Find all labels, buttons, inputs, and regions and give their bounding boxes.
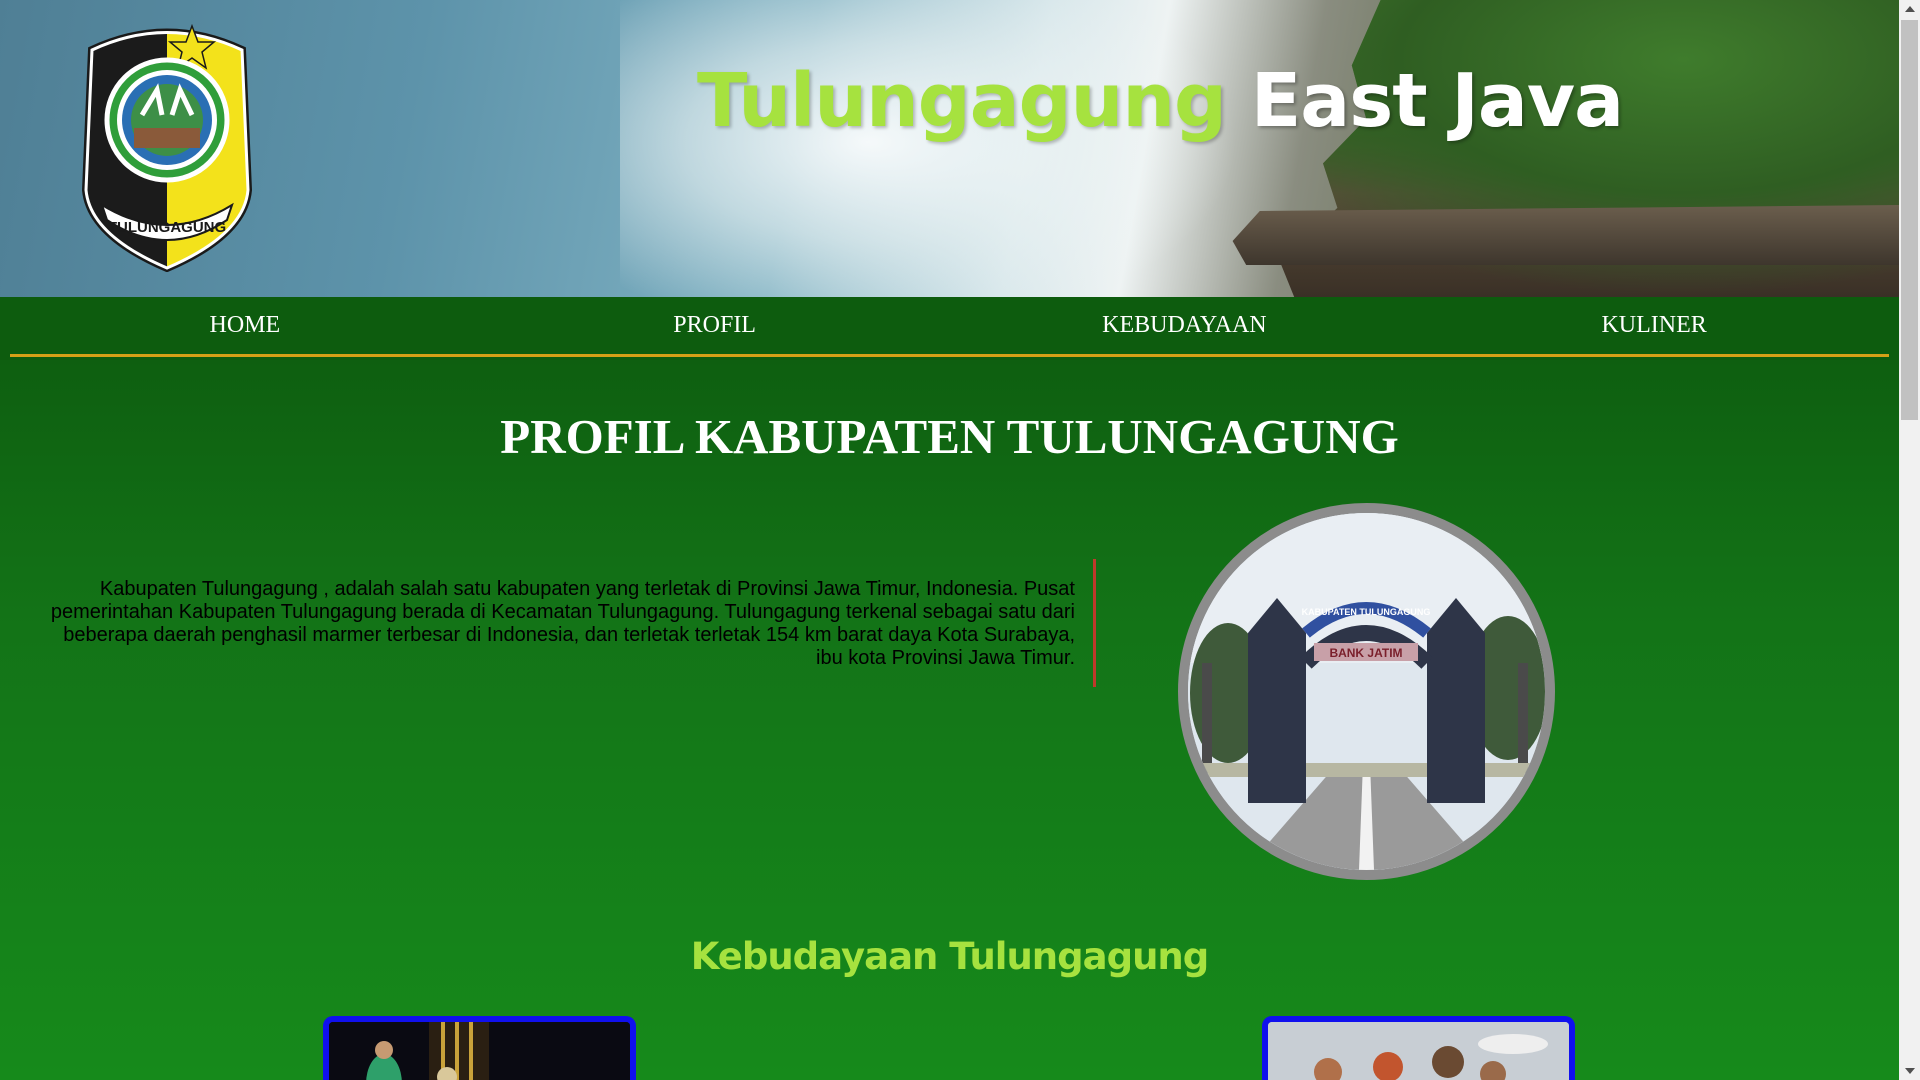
site-title-part1: Tulungagung bbox=[697, 58, 1227, 144]
header-banner: TULUNGAGUNG Tulungagung East Java bbox=[0, 0, 1899, 297]
nav-items: HOME PROFIL KEBUDAYAAN KULINER bbox=[10, 297, 1889, 357]
main-nav: HOME PROFIL KEBUDAYAAN KULINER bbox=[0, 297, 1899, 360]
culture-card-dance-image bbox=[329, 1022, 630, 1080]
section-title-kebudayaan: Kebudayaan Tulungagung bbox=[690, 935, 1210, 978]
banner-rock bbox=[1232, 205, 1899, 265]
text-divider bbox=[1093, 559, 1096, 687]
culture-card-dance[interactable] bbox=[323, 1016, 636, 1080]
main-content: PROFIL KABUPATEN TULUNGAGUNG Kabupaten T… bbox=[0, 360, 1899, 1080]
nav-home[interactable]: HOME bbox=[10, 297, 480, 354]
culture-card-parade[interactable] bbox=[1262, 1016, 1575, 1080]
gate-photo: KABUPATEN TULUNGAGUNG BANK JATIM bbox=[1178, 503, 1555, 880]
regency-emblem-icon[interactable]: TULUNGAGUNG bbox=[72, 20, 262, 272]
svg-text:TULUNGAGUNG: TULUNGAGUNG bbox=[108, 219, 226, 236]
site-title: Tulungagung East Java bbox=[697, 58, 1624, 158]
nav-kuliner[interactable]: KULINER bbox=[1419, 297, 1889, 354]
scroll-down-icon[interactable] bbox=[1905, 1068, 1915, 1074]
svg-text:KABUPATEN TULUNGAGUNG: KABUPATEN TULUNGAGUNG bbox=[1302, 607, 1431, 617]
nav-kebudayaan[interactable]: KEBUDAYAAN bbox=[950, 297, 1420, 354]
nav-profil[interactable]: PROFIL bbox=[480, 297, 950, 354]
scroll-up-icon[interactable] bbox=[1905, 6, 1915, 12]
scroll-thumb[interactable] bbox=[1901, 20, 1918, 420]
profile-text: Kabupaten Tulungagung , adalah salah sat… bbox=[50, 578, 1075, 669]
page-title: PROFIL KABUPATEN TULUNGAGUNG bbox=[500, 409, 1399, 464]
site-title-part2: East Java bbox=[1250, 58, 1624, 144]
culture-card-parade-image bbox=[1268, 1022, 1569, 1080]
gate-illustration: KABUPATEN TULUNGAGUNG BANK JATIM bbox=[1188, 513, 1545, 870]
svg-text:BANK JATIM: BANK JATIM bbox=[1329, 646, 1402, 660]
